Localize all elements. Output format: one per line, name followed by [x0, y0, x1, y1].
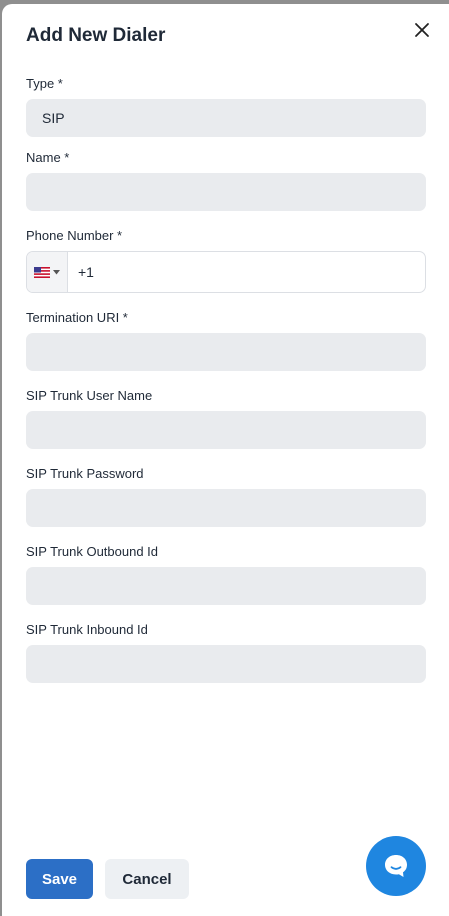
- chevron-down-icon: [53, 269, 60, 274]
- termination-uri-input[interactable]: [26, 333, 426, 371]
- termination-uri-label: Termination URI *: [26, 310, 128, 325]
- chat-bubble-icon: [385, 855, 407, 877]
- name-input[interactable]: [26, 173, 426, 211]
- sip-trunk-password-label: SIP Trunk Password: [26, 466, 144, 481]
- type-select[interactable]: SIP: [26, 99, 426, 137]
- country-code-select[interactable]: [27, 252, 68, 292]
- sip-trunk-password-input[interactable]: [26, 489, 426, 527]
- us-flag-icon: [34, 266, 50, 278]
- close-button[interactable]: [412, 20, 432, 40]
- dialog-title: Add New Dialer: [26, 25, 166, 46]
- phone-number-input[interactable]: [68, 252, 425, 292]
- phone-number-field: [26, 251, 426, 293]
- close-icon: [415, 23, 429, 37]
- add-dialer-dialog: Add New Dialer Type * SIP Name * Phone N…: [2, 4, 449, 916]
- save-button[interactable]: Save: [26, 859, 93, 899]
- type-label: Type *: [26, 76, 63, 91]
- type-select-value: SIP: [42, 110, 65, 126]
- sip-trunk-outbound-id-label: SIP Trunk Outbound Id: [26, 544, 159, 559]
- sip-trunk-user-name-label: SIP Trunk User Name: [26, 388, 153, 403]
- sip-trunk-inbound-id-label: SIP Trunk Inbound Id: [26, 622, 148, 637]
- name-label: Name *: [26, 150, 70, 165]
- sip-trunk-user-name-input[interactable]: [26, 411, 426, 449]
- cancel-button[interactable]: Cancel: [105, 859, 189, 899]
- phone-number-label: Phone Number *: [26, 228, 123, 243]
- sip-trunk-inbound-id-input[interactable]: [26, 645, 426, 683]
- sip-trunk-outbound-id-input[interactable]: [26, 567, 426, 605]
- chat-launcher-button[interactable]: [366, 836, 426, 896]
